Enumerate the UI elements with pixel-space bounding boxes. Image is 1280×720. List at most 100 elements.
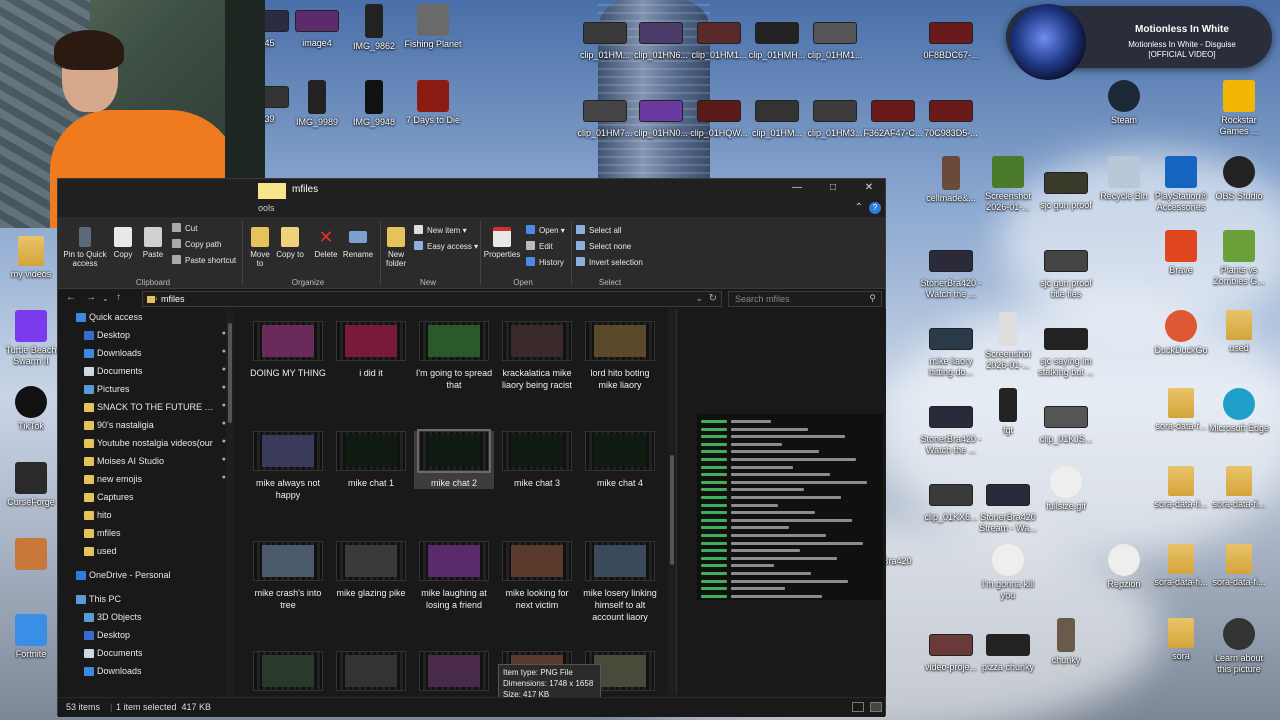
scrollbar-thumb[interactable] [228,323,232,423]
desktop-icon[interactable]: fgt [977,388,1039,436]
desktop-icon[interactable]: StonerBra420 Stream - Wa... [977,478,1039,534]
desktop-icon[interactable]: fullsize.gif [1035,466,1097,512]
desktop-icon[interactable]: Screenshot 2026-01-... [977,156,1039,213]
desktop-icon[interactable]: Screenshot 2026-01-... [977,312,1039,371]
nav-item[interactable]: new emojis ● [58,471,228,489]
desktop-icon[interactable]: sora [1150,618,1212,662]
file-grid-scrollbar[interactable] [668,309,676,695]
nav-item[interactable]: SNACK TO THE FUTURE YOU1 ● [58,399,228,417]
history-button[interactable]: History [526,257,564,267]
desktop-icon[interactable]: StonerBra420 - Watch the ... [920,244,982,300]
file-item[interactable]: mike looking for next victim [497,541,577,611]
up-icon[interactable]: ↑ [116,292,121,303]
file-item[interactable]: mike laughing at losing a friend [414,541,494,611]
file-grid[interactable]: DOING MY THING i did it I'm going to sprea… [238,309,668,695]
file-item[interactable]: lord hito boting mike liaory [580,321,660,391]
desktop-icon[interactable]: IMG_9948 [343,80,405,128]
nav-item[interactable]: Pictures ● [58,381,228,399]
large-icons-view-icon[interactable] [870,702,882,712]
nav-item[interactable]: Downloads [58,663,228,681]
desktop-icon[interactable]: sora-data-fi... [1208,466,1270,510]
nav-item[interactable]: Youtube nostalgia videos(our ● [58,435,228,453]
desktop-icon[interactable] [0,538,62,573]
desktop-icon[interactable]: image4 [286,4,348,49]
nav-item[interactable]: 90's nastaligia ● [58,417,228,435]
new-folder-button[interactable]: New folder [382,227,410,268]
desktop-icon[interactable]: Brave [1150,230,1212,276]
select-none-button[interactable]: Select none [576,241,631,251]
minimize-button[interactable]: — [782,182,812,198]
tab-picture-tools[interactable]: ools [258,203,275,213]
file-item[interactable]: mike crash's into tree [248,541,328,611]
file-item[interactable]: DOING MY THING [248,321,328,379]
copy-path-button[interactable]: Copy path [172,239,221,249]
desktop-icon[interactable]: clip_01HM... [746,94,808,139]
nav-item[interactable]: This PC [58,591,228,609]
desktop-icon[interactable]: Fortnite [0,614,62,660]
paste-button[interactable]: Paste [140,227,166,259]
nav-item[interactable]: Captures [58,489,228,507]
properties-button[interactable]: Properties [482,227,522,259]
nav-item[interactable]: Downloads ● [58,345,228,363]
desktop-icon[interactable]: I'm gonna kill you [977,544,1039,601]
file-explorer-window[interactable]: mfiles — □ ✕ ools ⌃ ? Pin to Quick acces… [57,178,886,717]
rename-button[interactable]: Rename [342,227,374,259]
recent-locations-icon[interactable]: ⌄ [102,294,109,303]
desktop-icon[interactable]: sora-data-fi... [1208,544,1270,588]
maximize-button[interactable]: □ [818,182,848,198]
cut-button[interactable]: Cut [172,223,197,233]
desktop-icon[interactable]: IMG_9989 [286,80,348,128]
paste-shortcut-button[interactable]: Paste shortcut [172,255,236,265]
desktop-icon[interactable]: IMG_9862 [343,4,405,52]
desktop-icon[interactable]: sora-data-fi... [1150,466,1212,510]
desktop-icon[interactable]: sjc gun proof title fies [1035,244,1097,300]
move-to-button[interactable]: Move to [246,227,274,268]
file-item[interactable]: mike glazing pike [331,541,411,599]
desktop-icon[interactable]: Plants vs Zombies G... [1208,230,1270,287]
desktop-icon[interactable]: clip_01HM1... [688,16,750,61]
invert-selection-button[interactable]: Invert selection [576,257,643,267]
forward-icon[interactable]: → [86,292,96,303]
file-item[interactable]: mike chat 4 [580,431,660,489]
desktop-icon[interactable]: clip_01KJS... [1035,400,1097,445]
now-playing-widget[interactable]: Motionless In White Motionless In White … [1006,4,1272,80]
desktop-icon[interactable]: PlayStation® Accessories [1150,156,1212,213]
desktop-icon[interactable]: DuckDuckGo [1150,310,1212,356]
file-item[interactable] [414,651,494,695]
desktop-icon[interactable]: sora-data-f... [1150,388,1212,432]
back-icon[interactable]: ← [66,292,76,303]
file-item[interactable] [248,651,328,695]
delete-button[interactable]: ✕ Delete [312,227,340,259]
desktop-icon[interactable]: Turtle Beach Swarm II [0,310,62,367]
file-item[interactable]: mike chat 3 [497,431,577,489]
desktop-icon[interactable]: Fishing Planet [402,4,464,50]
nav-item[interactable]: OneDrive - Personal [58,567,228,585]
nav-item[interactable]: 3D Objects [58,609,228,627]
desktop-icon[interactable]: clip_01HMH... [746,16,808,61]
file-item[interactable]: i did it [331,321,411,379]
nav-item[interactable]: mfiles [58,525,228,543]
desktop-icon[interactable]: StonerBra420 - Watch the ... [920,400,982,456]
navigation-pane[interactable]: Quick access Desktop ● Downloads ● Documents ●… [58,309,236,695]
file-item[interactable] [331,651,411,695]
desktop-icon[interactable]: clip_01HQW... [688,94,750,139]
nav-item[interactable]: Moises AI Studio ● [58,453,228,471]
desktop-icon[interactable]: sora-data-fi... [1150,544,1212,588]
desktop-icon[interactable]: pizza chunky [977,628,1039,673]
desktop-icon[interactable]: clip_01HM3... [804,94,866,139]
breadcrumb[interactable]: mfiles [161,294,185,304]
address-bar[interactable]: › mfiles ⌄ ↻ [142,291,722,307]
desktop-icon[interactable]: Recycle Bin [1093,156,1155,202]
desktop-icon[interactable]: Repzion [1093,544,1155,590]
desktop-icon[interactable]: clip_01HM1... [804,16,866,61]
desktop-icon[interactable]: clip_01KX6... [920,478,982,523]
open-button[interactable]: Open ▾ [526,225,565,235]
desktop-icon[interactable]: clip_01HM... [574,16,636,61]
desktop-icon[interactable]: 0F8BDC67-... [920,16,982,61]
edit-button[interactable]: Edit [526,241,553,251]
desktop-icon[interactable]: sjc gun proof [1035,166,1097,211]
title-bar[interactable]: mfiles — □ ✕ [58,179,885,201]
nav-item[interactable]: Documents [58,645,228,663]
nav-item[interactable]: hito [58,507,228,525]
desktop-icon[interactable]: clip_01HN0... [630,94,692,139]
